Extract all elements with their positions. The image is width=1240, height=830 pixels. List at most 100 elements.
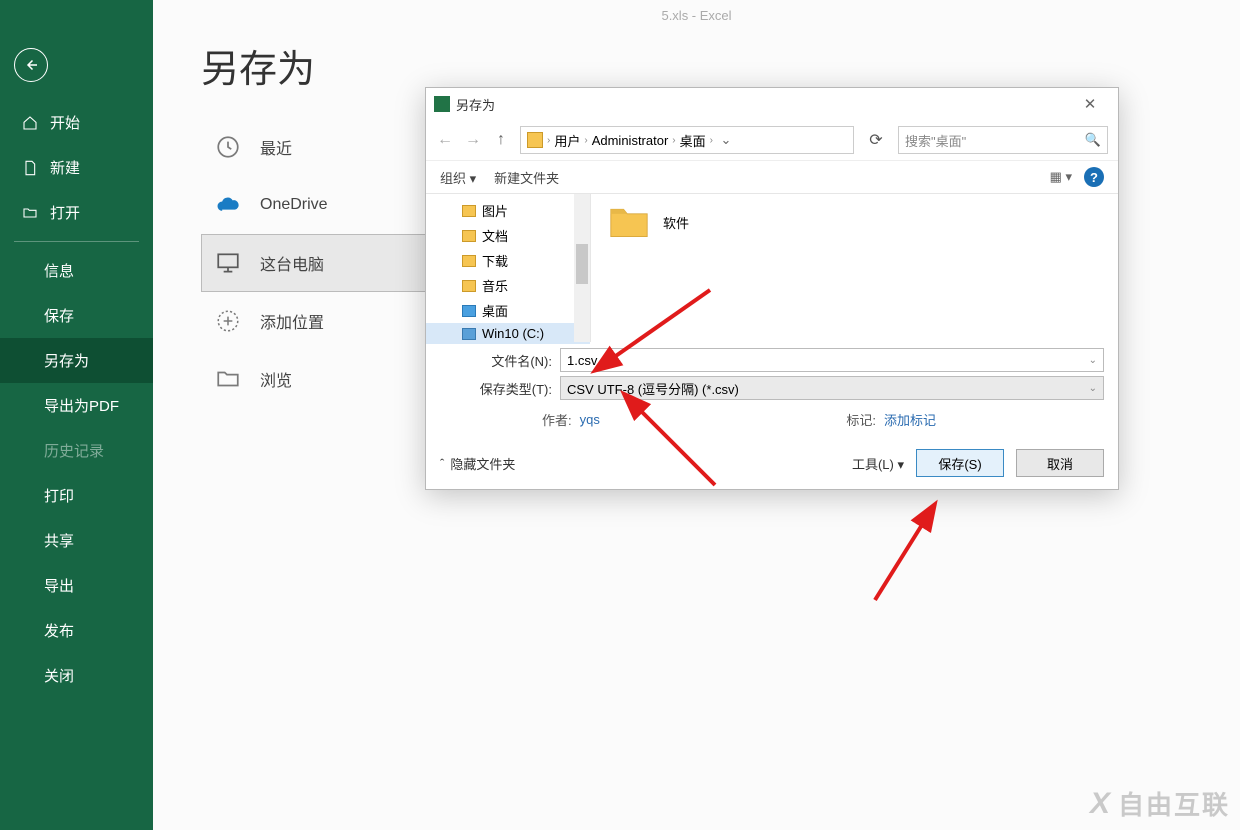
breadcrumb-segment[interactable]: 桌面: [680, 131, 706, 150]
nav-export-pdf[interactable]: 导出为PDF: [0, 383, 153, 428]
filename-input[interactable]: 1.csv⌄: [560, 348, 1104, 372]
desktop-icon: [462, 305, 476, 317]
file-name: 软件: [663, 213, 689, 232]
dialog-form: 文件名(N): 1.csv⌄ 保存类型(T): CSV UTF-8 (逗号分隔)…: [426, 342, 1118, 439]
save-button[interactable]: 保存(S): [916, 449, 1004, 477]
nav-close[interactable]: 关闭: [0, 653, 153, 698]
nav-export[interactable]: 导出: [0, 563, 153, 608]
close-button[interactable]: ✕: [1070, 95, 1110, 113]
breadcrumb[interactable]: › 用户 › Administrator › 桌面 › ⌄: [520, 126, 854, 154]
dialog-titlebar[interactable]: 另存为 ✕: [426, 88, 1118, 120]
folder-icon: [607, 202, 651, 242]
tree-item-desktop[interactable]: 桌面: [426, 298, 590, 323]
chevron-down-icon[interactable]: ⌄: [1089, 383, 1097, 394]
tree-item-drive-c[interactable]: Win10 (C:): [426, 323, 590, 344]
folder-icon: [462, 280, 476, 292]
file-icon: [22, 160, 38, 176]
nav-share[interactable]: 共享: [0, 518, 153, 563]
loc-label: OneDrive: [260, 196, 328, 214]
loc-label: 这台电脑: [260, 251, 324, 275]
tree-item-documents[interactable]: 文档: [426, 223, 590, 248]
loc-addplace[interactable]: 添加位置: [201, 292, 426, 350]
folder-icon: [527, 132, 543, 148]
scrollbar-thumb[interactable]: [576, 244, 588, 284]
folder-icon: [462, 255, 476, 267]
dialog-footer: ˆ 隐藏文件夹 工具(L) ▾ 保存(S) 取消: [426, 439, 1118, 489]
monitor-icon: [214, 249, 242, 277]
watermark: X自由互联: [1090, 785, 1230, 822]
nav-info[interactable]: 信息: [0, 248, 153, 293]
loc-label: 最近: [260, 135, 292, 159]
nav-label: 开始: [50, 112, 80, 133]
new-folder-button[interactable]: 新建文件夹: [494, 168, 559, 187]
home-icon: [22, 115, 38, 131]
saveas-dialog: 另存为 ✕ ← → ↑ › 用户 › Administrator › 桌面 › …: [425, 87, 1119, 490]
breadcrumb-segment[interactable]: 用户: [554, 131, 580, 150]
filetype-label: 保存类型(T):: [440, 379, 560, 398]
nav-back-icon[interactable]: ←: [436, 131, 454, 149]
loc-label: 浏览: [260, 367, 292, 391]
help-icon[interactable]: ?: [1084, 167, 1104, 187]
organize-menu[interactable]: 组织 ▾: [440, 168, 476, 187]
nav-history: 历史记录: [0, 428, 153, 473]
tree-item-music[interactable]: 音乐: [426, 273, 590, 298]
loc-thispc[interactable]: 这台电脑: [201, 234, 426, 292]
saveas-locations: 最近 OneDrive 这台电脑 添加位置 浏览: [201, 118, 426, 408]
filetype-select[interactable]: CSV UTF-8 (逗号分隔) (*.csv)⌄: [560, 376, 1104, 400]
chevron-right-icon: ›: [584, 135, 587, 146]
tree-item-pictures[interactable]: 图片: [426, 198, 590, 223]
back-button[interactable]: [14, 48, 48, 82]
cloud-icon: [214, 191, 242, 219]
nav-print[interactable]: 打印: [0, 473, 153, 518]
nav-label: 打开: [50, 202, 80, 223]
tree-scrollbar[interactable]: [574, 194, 590, 342]
loc-browse[interactable]: 浏览: [201, 350, 426, 408]
chevron-down-icon[interactable]: ⌄: [717, 132, 735, 148]
drive-icon: [462, 328, 476, 340]
file-item-folder[interactable]: 软件: [607, 202, 1102, 242]
nav-label: 新建: [50, 157, 80, 178]
view-menu-icon[interactable]: ▦ ▾: [1050, 169, 1072, 185]
dialog-toolbar: 组织 ▾ 新建文件夹 ▦ ▾ ?: [426, 161, 1118, 194]
chevron-right-icon: ›: [547, 135, 550, 146]
nav-home[interactable]: 开始: [0, 100, 153, 145]
file-list[interactable]: 软件: [591, 194, 1118, 342]
chevron-right-icon: ›: [672, 135, 675, 146]
tools-menu[interactable]: 工具(L) ▾: [852, 454, 904, 473]
folder-icon: [462, 230, 476, 242]
author-value[interactable]: yqs: [580, 412, 600, 427]
breadcrumb-segment[interactable]: Administrator: [592, 133, 669, 148]
folder-tree[interactable]: 图片 文档 下载 音乐 桌面 Win10 (C:): [426, 194, 591, 342]
nav-save[interactable]: 保存: [0, 293, 153, 338]
refresh-icon[interactable]: ⟳: [864, 130, 888, 150]
backstage-sidebar: 开始 新建 打开 信息 保存 另存为 导出为PDF 历史记录 打印 共享 导出 …: [0, 0, 153, 830]
cancel-button[interactable]: 取消: [1016, 449, 1104, 477]
dialog-body: 图片 文档 下载 音乐 桌面 Win10 (C:) 软件: [426, 194, 1118, 342]
filename-label: 文件名(N):: [440, 351, 560, 370]
window-title: 5.xls - Excel: [661, 8, 731, 23]
tree-item-downloads[interactable]: 下载: [426, 248, 590, 273]
nav-forward-icon[interactable]: →: [464, 131, 482, 149]
nav-up-icon[interactable]: ↑: [492, 131, 510, 149]
clock-icon: [214, 133, 242, 161]
chevron-right-icon: ›: [710, 135, 713, 146]
tags-input[interactable]: 添加标记: [884, 410, 936, 429]
loc-label: 添加位置: [260, 309, 324, 333]
nav-open[interactable]: 打开: [0, 190, 153, 235]
search-icon: 🔍: [1085, 132, 1101, 148]
nav-new[interactable]: 新建: [0, 145, 153, 190]
chevron-down-icon[interactable]: ⌄: [1089, 355, 1097, 366]
page-title: 另存为: [201, 38, 315, 93]
nav-saveas[interactable]: 另存为: [0, 338, 153, 383]
chevron-up-icon: ˆ: [440, 456, 444, 471]
dialog-title: 另存为: [456, 95, 495, 114]
excel-icon: [434, 96, 450, 112]
nav-publish[interactable]: 发布: [0, 608, 153, 653]
folder-open-icon: [22, 205, 38, 221]
folder-icon: [214, 365, 242, 393]
hide-folders-toggle[interactable]: ˆ 隐藏文件夹: [440, 454, 515, 473]
loc-onedrive[interactable]: OneDrive: [201, 176, 426, 234]
loc-recent[interactable]: 最近: [201, 118, 426, 176]
search-placeholder: 搜索"桌面": [905, 131, 966, 150]
search-input[interactable]: 搜索"桌面" 🔍: [898, 126, 1108, 154]
